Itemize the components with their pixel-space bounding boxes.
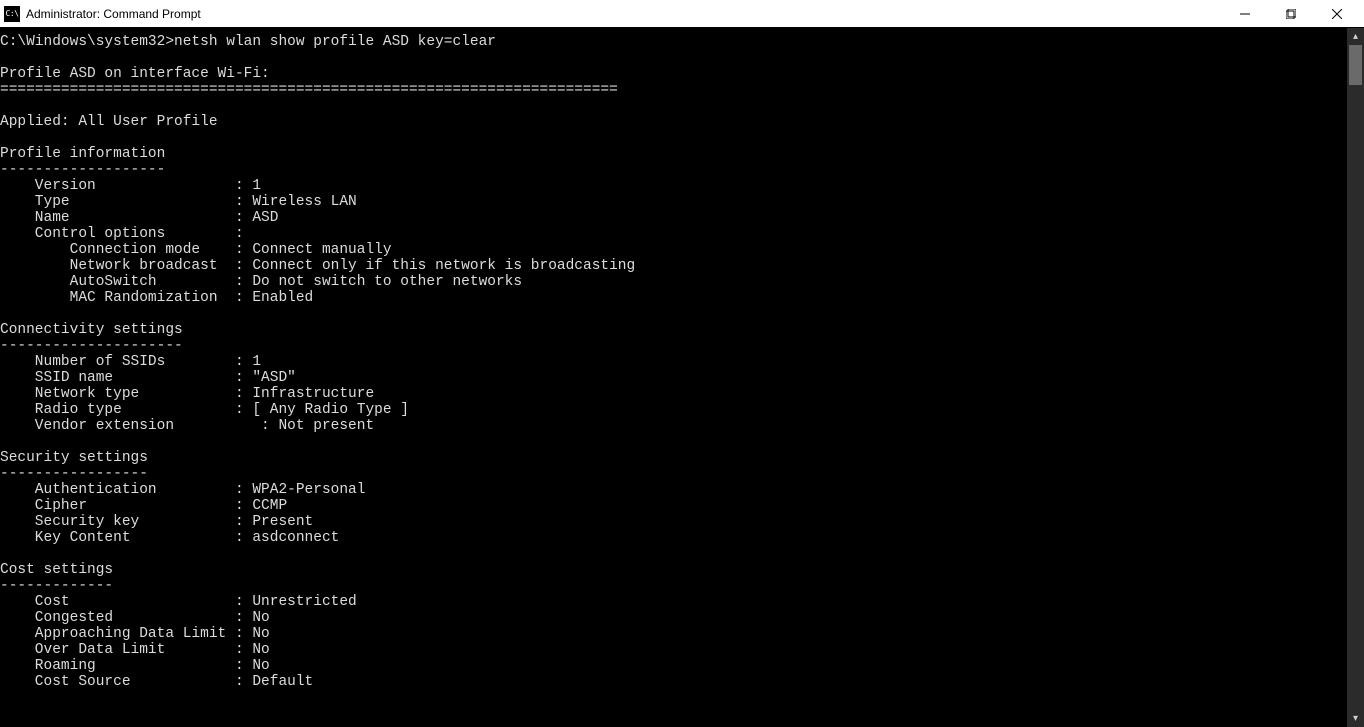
close-button[interactable] xyxy=(1314,0,1360,28)
titlebar: C:\ Administrator: Command Prompt xyxy=(0,0,1364,28)
scroll-down-icon[interactable]: ▾ xyxy=(1347,710,1364,727)
terminal-output[interactable]: C:\Windows\system32>netsh wlan show prof… xyxy=(0,28,1347,727)
cmd-icon: C:\ xyxy=(4,6,20,22)
minimize-button[interactable] xyxy=(1222,0,1268,28)
scroll-thumb[interactable] xyxy=(1349,45,1362,85)
maximize-button[interactable] xyxy=(1268,0,1314,28)
scrollbar[interactable]: ▴ ▾ xyxy=(1347,28,1364,727)
window-title: Administrator: Command Prompt xyxy=(26,7,201,21)
window-controls xyxy=(1222,0,1360,27)
scroll-up-icon[interactable]: ▴ xyxy=(1347,28,1364,45)
